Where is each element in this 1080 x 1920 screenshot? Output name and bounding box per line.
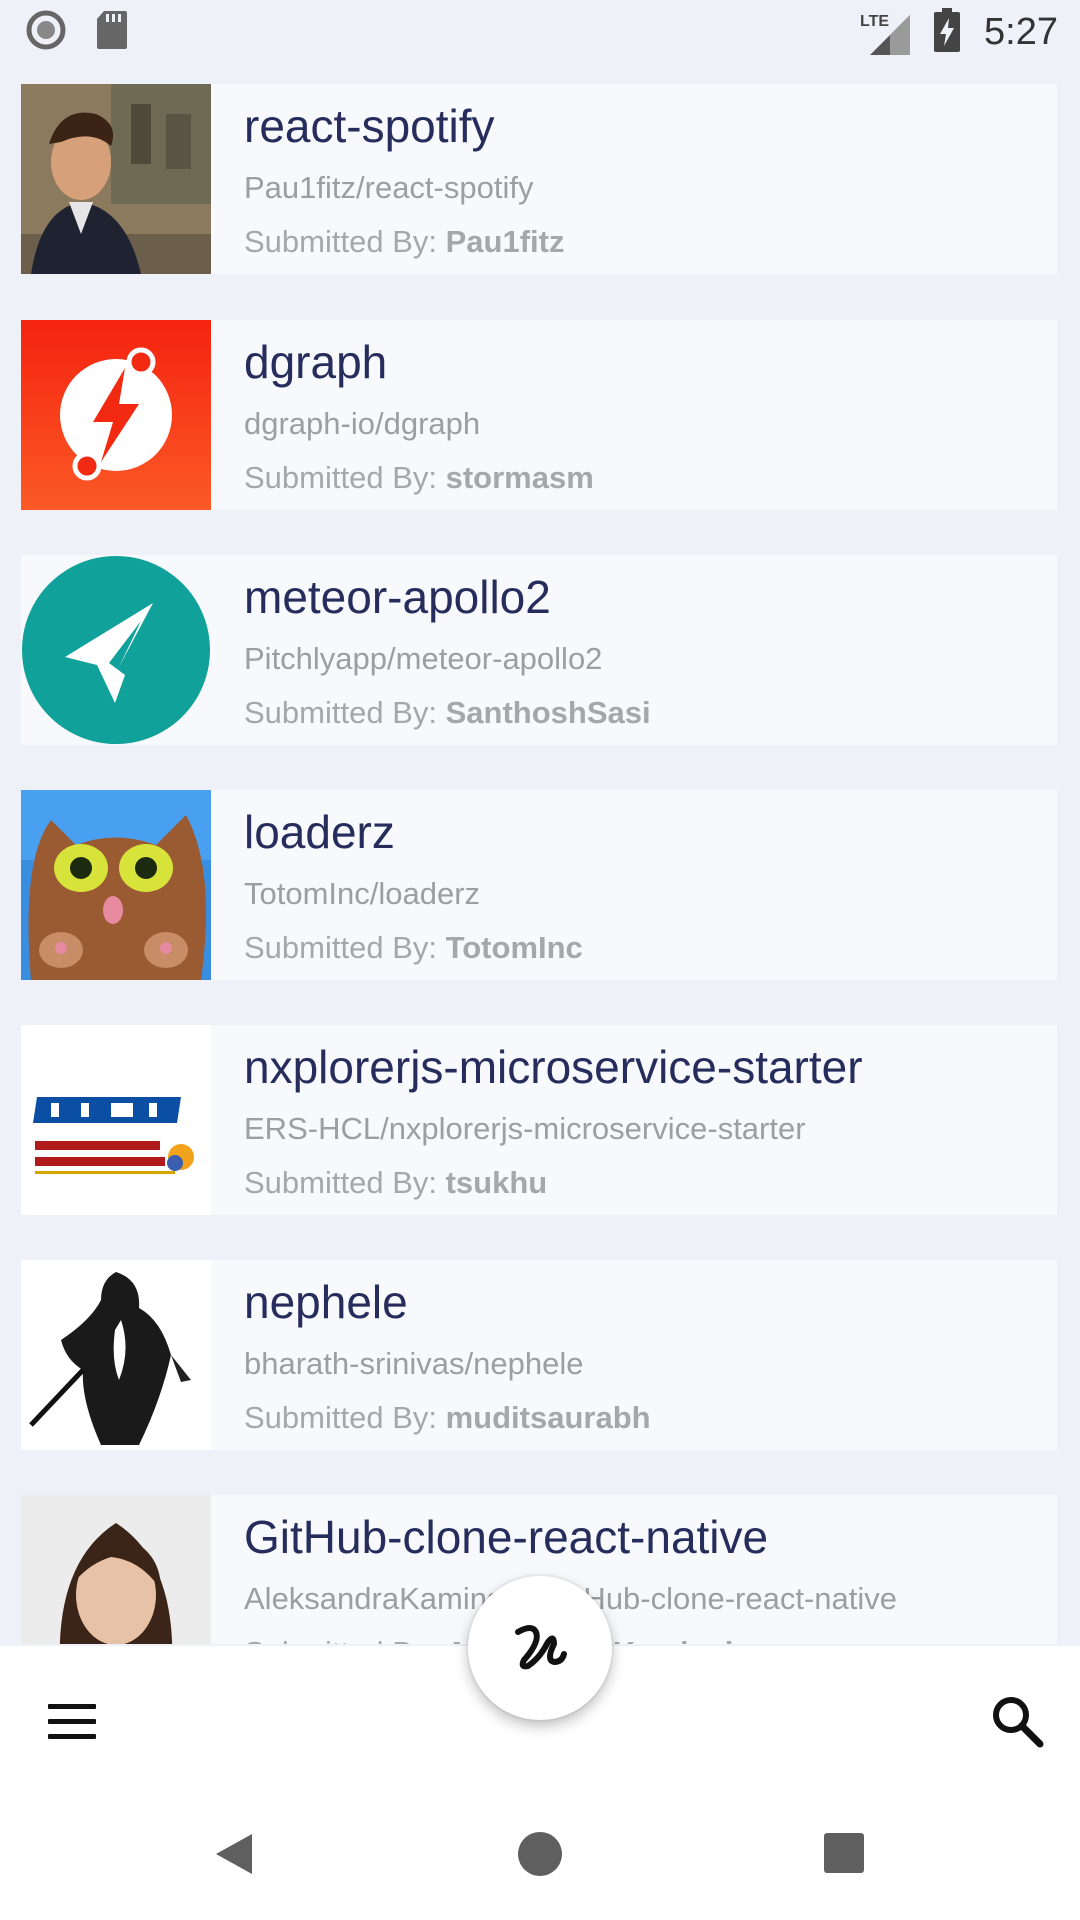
recents-icon[interactable] [824, 1833, 864, 1873]
submitted-by: Submitted By: SanthoshSasi [244, 693, 651, 733]
submitted-by: Submitted By: tsukhu [244, 1163, 863, 1203]
submitted-label: Submitted By: [244, 1635, 437, 1644]
repo-path: Pitchlyapp/meteor-apollo2 [244, 641, 603, 676]
battery-charging-icon [934, 8, 961, 57]
list-item[interactable]: meteor-apollo2 Pitchlyapp/meteor-apollo2… [21, 555, 1057, 745]
system-nav-bar [0, 1794, 1080, 1920]
hcl-logo-icon [21, 1025, 211, 1215]
submitted-label: Submitted By: [244, 695, 437, 730]
repo-path: bharath-srinivas/nephele [244, 1346, 584, 1381]
submitted-by: Submitted By: Pau1fitz [244, 222, 564, 262]
repo-path: dgraph-io/dgraph [244, 406, 481, 441]
home-icon[interactable] [518, 1832, 562, 1876]
avatar-man-icon [21, 84, 211, 274]
repo-title[interactable]: GitHub-clone-react-native [244, 1509, 897, 1565]
logo-squiggle-icon[interactable] [468, 1576, 612, 1720]
status-bar: LTE 5:27 [0, 0, 1080, 64]
repo-feed[interactable]: react-spotify Pau1fitz/react-spotify Sub… [0, 84, 1080, 1644]
sd-card-icon [96, 10, 128, 55]
clock: 5:27 [984, 11, 1058, 53]
repo-title[interactable]: loaderz [244, 804, 583, 860]
submitted-label: Submitted By: [244, 1400, 437, 1435]
submitter-name[interactable]: SanthoshSasi [446, 695, 651, 730]
list-item[interactable]: nxplorerjs-microservice-starter ERS-HCL/… [21, 1025, 1057, 1215]
repo-title[interactable]: nxplorerjs-microservice-starter [244, 1039, 863, 1095]
repo-path: TotomInc/loaderz [244, 876, 481, 911]
back-icon[interactable] [214, 1832, 254, 1881]
list-item[interactable]: react-spotify Pau1fitz/react-spotify Sub… [21, 84, 1057, 274]
repo-title[interactable]: react-spotify [244, 98, 564, 154]
submitted-by: Submitted By: stormasm [244, 458, 594, 498]
avatar-woman-icon [21, 1495, 211, 1644]
repo-path: ERS-HCL/nxplorerjs-microservice-starter [244, 1111, 806, 1146]
paper-plane-logo-icon [21, 555, 211, 745]
list-item[interactable]: loaderz TotomInc/loaderz Submitted By: T… [21, 790, 1057, 980]
submitter-name[interactable]: tsukhu [446, 1165, 548, 1200]
repo-title[interactable]: nephele [244, 1274, 651, 1330]
submitted-label: Submitted By: [244, 460, 437, 495]
repo-path: Pau1fitz/react-spotify [244, 170, 534, 205]
list-item[interactable]: dgraph dgraph-io/dgraph Submitted By: st… [21, 320, 1057, 510]
submitted-by: Submitted By: TotomInc [244, 928, 583, 968]
submitted-label: Submitted By: [244, 224, 437, 259]
cat-avatar-icon [21, 790, 211, 980]
lte-signal-icon: LTE [860, 11, 911, 55]
hamburger-menu-icon[interactable] [48, 1704, 96, 1740]
submitter-name[interactable]: muditsaurabh [446, 1400, 651, 1435]
dgraph-logo-icon [21, 320, 211, 510]
submitted-label: Submitted By: [244, 1165, 437, 1200]
repo-title[interactable]: meteor-apollo2 [244, 569, 651, 625]
repo-title[interactable]: dgraph [244, 334, 594, 390]
submitter-name[interactable]: stormasm [446, 460, 594, 495]
assassin-sketch-icon [21, 1260, 211, 1450]
submitter-name[interactable]: TotomInc [446, 930, 583, 965]
submitted-by: Submitted By: muditsaurabh [244, 1398, 651, 1438]
list-item[interactable]: nephele bharath-srinivas/nephele Submitt… [21, 1260, 1057, 1450]
record-icon [26, 10, 66, 55]
search-icon[interactable] [990, 1694, 1044, 1748]
lte-label: LTE [860, 12, 890, 30]
submitted-label: Submitted By: [244, 930, 437, 965]
submitter-name[interactable]: Pau1fitz [446, 224, 565, 259]
